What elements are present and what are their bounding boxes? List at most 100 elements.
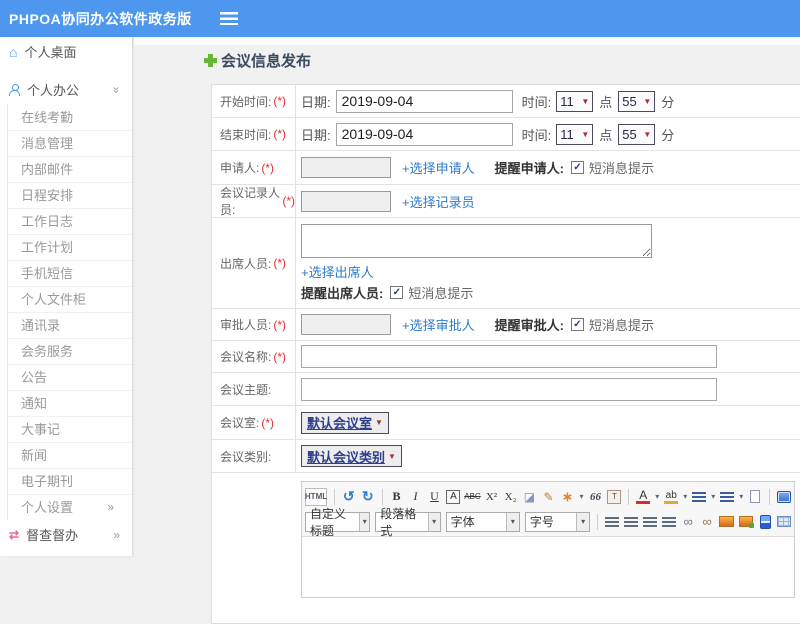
sidebar-item-internal-mail[interactable]: 内部邮件: [8, 156, 132, 182]
paste-icon[interactable]: T: [607, 489, 622, 504]
align-left-icon[interactable]: [605, 516, 620, 527]
ordered-list-icon[interactable]: [692, 491, 707, 502]
link-icon[interactable]: ∞: [681, 513, 695, 531]
sidebar-item-e-journal[interactable]: 电子期刊: [8, 468, 132, 494]
sidebar-item-news[interactable]: 新闻: [8, 442, 132, 468]
required-marker: (*): [273, 94, 287, 108]
upload-image-icon[interactable]: [738, 516, 755, 528]
sidebar-item-desktop[interactable]: ⌂ 个人桌面: [0, 37, 132, 66]
sidebar-item-attendance[interactable]: 在线考勤: [8, 104, 132, 130]
approver-sms-checkbox[interactable]: ✓: [570, 318, 584, 331]
meeting-room-select[interactable]: 默认会议室 ▼: [301, 411, 389, 434]
blockquote-icon[interactable]: 66: [588, 488, 602, 506]
sidebar-item-personal-office[interactable]: 个人办公 »: [0, 75, 132, 104]
italic-icon[interactable]: I: [408, 488, 422, 506]
start-minute-select[interactable]: 55 ▼: [618, 90, 656, 112]
font-size-combo[interactable]: 字号 ▾: [524, 511, 591, 532]
choose-attendees-link[interactable]: +选择出席人: [301, 262, 374, 281]
html-source-button[interactable]: HTML: [305, 487, 327, 506]
choose-recorder-link[interactable]: +选择记录员: [402, 192, 475, 211]
required-marker: (*): [282, 194, 295, 208]
dropdown-arrow-icon: ▾: [683, 492, 688, 501]
menu-icon[interactable]: [219, 12, 238, 25]
redo-icon[interactable]: ↻: [361, 488, 375, 506]
font-color-icon[interactable]: A: [636, 488, 651, 504]
font-border-icon[interactable]: A: [446, 489, 461, 504]
sidebar-item-label: 公告: [21, 370, 48, 385]
topbar: PHPOA协同办公软件政务版: [0, 0, 800, 37]
form-row-meeting-room: 会议室: (*) 默认会议室 ▼: [212, 406, 800, 440]
undo-icon[interactable]: ↺: [342, 488, 356, 506]
field-label: 会议名称:: [220, 350, 272, 364]
start-date-input[interactable]: [335, 89, 513, 113]
start-hour-select[interactable]: 11 ▼: [556, 90, 594, 112]
align-right-icon[interactable]: [643, 516, 658, 527]
strikethrough-icon[interactable]: ABC: [464, 488, 480, 506]
font-family-combo[interactable]: 字体 ▾: [445, 511, 520, 532]
underline-icon[interactable]: U: [427, 488, 441, 506]
choose-applicant-link[interactable]: +选择申请人: [402, 158, 475, 177]
sidebar-item-label: 电子期刊: [21, 474, 74, 489]
attendees-textarea[interactable]: [301, 224, 652, 258]
align-center-icon[interactable]: [624, 516, 639, 527]
sidebar-item-work-log[interactable]: 工作日志: [8, 208, 132, 234]
custom-title-combo[interactable]: 自定义标题 ▾: [305, 507, 371, 538]
autoformat-icon[interactable]: ∗: [560, 488, 574, 506]
field-label: 开始时间:: [220, 94, 272, 109]
app-title: PHPOA协同办公软件政务版: [9, 10, 192, 27]
approver-input[interactable]: [301, 314, 391, 335]
toolbar-separator: [381, 488, 383, 505]
sidebar-item-major-events[interactable]: 大事记: [8, 416, 132, 442]
sidebar-item-supervision[interactable]: ⇄ 督查督办 »: [0, 520, 132, 549]
superscript-icon[interactable]: X²: [484, 488, 498, 506]
form-row-meeting-category: 会议类别: 默认会议类别 ▼: [212, 440, 800, 473]
choose-approver-link[interactable]: +选择审批人: [402, 315, 475, 334]
attendees-sms-checkbox[interactable]: ✓: [390, 286, 404, 299]
meeting-category-select[interactable]: 默认会议类别 ▼: [301, 445, 402, 467]
field-label: 会议类别:: [220, 449, 272, 464]
paragraph-format-combo[interactable]: 段落格式 ▾: [375, 507, 441, 538]
sidebar-item-meeting-service[interactable]: 会务服务: [8, 338, 132, 364]
sidebar-item-schedule[interactable]: 日程安排: [8, 182, 132, 208]
applicant-sms-checkbox[interactable]: ✓: [570, 161, 584, 174]
meeting-topic-input[interactable]: [301, 377, 717, 401]
end-hour-select[interactable]: 11 ▼: [556, 123, 594, 145]
sidebar-item-file-cabinet[interactable]: 个人文件柜: [8, 286, 132, 312]
sidebar-item-contacts[interactable]: 通讯录: [8, 312, 132, 338]
hour-value: 11: [560, 93, 574, 109]
format-brush-icon[interactable]: ✎: [541, 488, 555, 506]
eraser-icon[interactable]: ◪: [522, 488, 536, 506]
content-top-strip: [134, 37, 800, 45]
end-minute-select[interactable]: 55 ▼: [618, 123, 656, 145]
recorder-input[interactable]: [301, 190, 391, 212]
chevron-down-icon: »: [109, 86, 124, 93]
highlight-color-icon[interactable]: ab: [664, 490, 679, 504]
dropdown-arrow-icon: ▾: [576, 512, 590, 531]
sidebar-item-work-plan[interactable]: 工作计划: [8, 234, 132, 260]
sidebar-item-notices[interactable]: 通知: [8, 390, 132, 416]
preview-icon[interactable]: [776, 490, 791, 503]
bold-icon[interactable]: B: [389, 488, 403, 506]
subscript-icon[interactable]: X₂: [503, 488, 517, 506]
toolbar-separator: [628, 488, 630, 505]
time-label: 时间:: [521, 127, 552, 143]
insert-media-icon[interactable]: [759, 514, 771, 529]
applicant-input[interactable]: [301, 157, 391, 178]
end-date-input[interactable]: [335, 122, 513, 146]
sidebar-item-messages[interactable]: 消息管理: [8, 130, 132, 156]
sidebar-item-sms[interactable]: 手机短信: [8, 260, 132, 286]
unordered-list-icon[interactable]: [720, 491, 735, 502]
unlink-icon[interactable]: ∞: [700, 513, 714, 531]
editor-content-area[interactable]: [302, 537, 794, 597]
sidebar-item-label: 个人文件柜: [21, 292, 87, 307]
insert-table-icon[interactable]: [777, 516, 792, 527]
sidebar-item-personal-settings[interactable]: 个人设置 »: [8, 494, 132, 520]
sidebar-item-announcements[interactable]: 公告: [8, 364, 132, 390]
insert-image-icon[interactable]: [719, 516, 734, 527]
align-justify-icon[interactable]: [662, 516, 677, 527]
form-row-attendees: 出席人员: (*) +选择出席人 提醒出席人员: ✓ 短消息提示: [212, 218, 800, 309]
meeting-name-input[interactable]: [301, 345, 717, 368]
check-icon: ✓: [392, 286, 402, 298]
new-page-icon[interactable]: [750, 490, 761, 503]
dropdown-arrow-icon: ▾: [579, 492, 584, 501]
